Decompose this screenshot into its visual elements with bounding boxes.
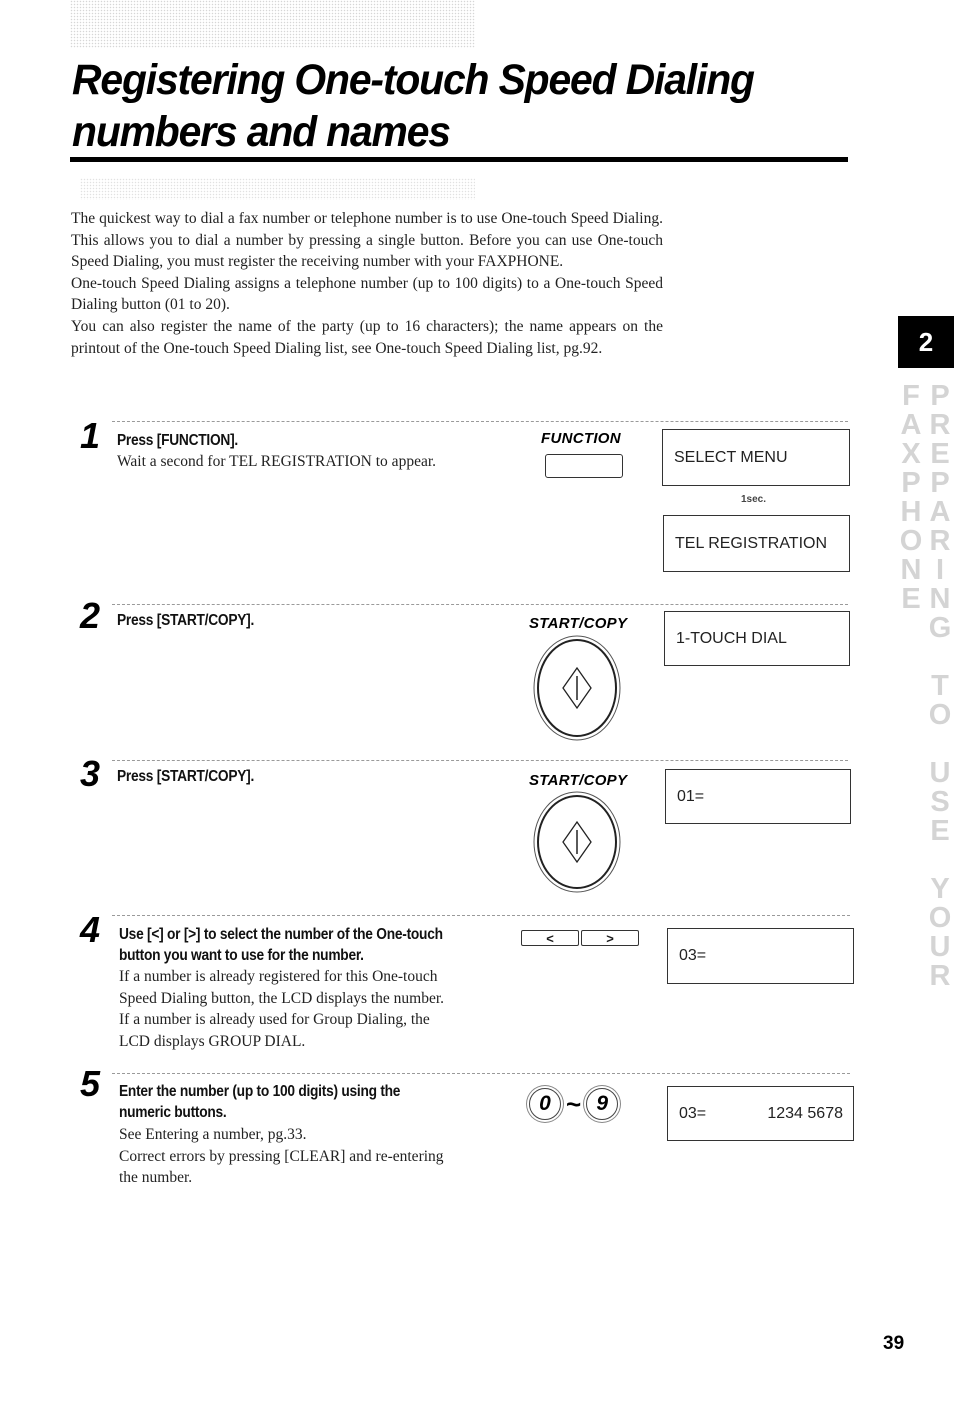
lcd-display: TEL REGISTRATION — [663, 515, 850, 572]
lcd-display: 1-TOUCH DIAL — [664, 611, 850, 666]
intro-text: The quickest way to dial a fax number or… — [71, 208, 663, 359]
left-arrow-key[interactable]: < — [521, 930, 579, 946]
step-heading-line: button you want to use for the number. — [119, 947, 364, 964]
step-heading: Press [START/COPY]. — [117, 612, 255, 629]
step-description-line: LCD displays GROUP DIAL. — [119, 1032, 306, 1050]
range-tilde: ~ — [566, 1088, 582, 1119]
step-heading-line: Enter the number (up to 100 digits) usin… — [119, 1083, 401, 1100]
chapter-side-title: PREPARING TO USE YOUR FAXPHONE — [895, 380, 954, 1190]
lcd-display: 01= — [665, 769, 851, 824]
lcd-text: SELECT MENU — [674, 448, 788, 466]
chapter-side-title-text: PREPARING TO USE YOUR FAXPHONE — [895, 380, 954, 989]
numeric-keys: 0 ~ 9 — [529, 1088, 619, 1120]
step-number: 2 — [80, 595, 101, 636]
halftone-decoration-mid — [80, 178, 475, 200]
step-heading: Press [START/COPY]. — [117, 768, 255, 785]
page-number: 39 — [883, 1333, 905, 1354]
step-description-line: the number. — [119, 1169, 193, 1187]
step-description-line: If a number is already used for Group Di… — [119, 1011, 430, 1029]
page-title-line2: numbers and names — [72, 108, 451, 156]
start-copy-button-icon[interactable] — [530, 632, 626, 742]
start-copy-key-label: START/COPY — [529, 615, 628, 632]
step-description-line: If a number is already registered for th… — [119, 968, 438, 985]
chapter-tab: 2 — [898, 316, 954, 368]
lcd-display: 03= — [667, 928, 854, 984]
lcd-display: SELECT MENU — [662, 429, 850, 486]
lcd-text: 03= — [679, 947, 707, 964]
page-title: Registering One-touch Speed Dialing numb… — [72, 54, 823, 158]
step-number: 4 — [80, 909, 101, 950]
function-key-label: FUNCTION — [541, 430, 621, 447]
step-description-line: Speed Dialing button, the LCD displays t… — [119, 989, 445, 1007]
step-heading: Use [<] or [>] to select the number of t… — [119, 924, 443, 966]
step-heading-line: Use [<] or [>] to select the number of t… — [119, 926, 443, 943]
step-heading: Enter the number (up to 100 digits) usin… — [119, 1081, 400, 1123]
step-divider — [112, 915, 850, 916]
step-heading-line: numeric buttons. — [119, 1104, 227, 1121]
title-divider — [70, 157, 848, 162]
numeric-key-9-icon[interactable]: 9 — [586, 1088, 619, 1120]
delay-label: 1sec. — [741, 494, 767, 505]
step-description: If a number is already registered for th… — [119, 966, 444, 1052]
step-divider — [112, 1073, 850, 1074]
lcd-text: 03= — [679, 1104, 707, 1122]
step-divider — [112, 421, 848, 422]
lcd-text: TEL REGISTRATION — [675, 534, 828, 552]
intro-paragraph: One-touch Speed Dialing assigns a teleph… — [71, 274, 663, 314]
step-description-line: See Entering a number, pg.33. — [119, 1126, 307, 1143]
lcd-display: 03= 1234 5678 — [667, 1086, 854, 1141]
page-title-line1: Registering One-touch Speed Dialing — [72, 56, 755, 104]
step-description-line: Correct errors by pressing [CLEAR] and r… — [119, 1147, 444, 1165]
start-copy-key-label: START/COPY — [529, 772, 628, 789]
numeric-key-0-icon[interactable]: 0 — [529, 1088, 561, 1120]
arrow-keys: < > — [521, 930, 639, 946]
halftone-decoration-top — [70, 0, 475, 48]
step-number: 1 — [80, 415, 101, 456]
start-copy-button-icon[interactable] — [530, 789, 626, 899]
step-number: 3 — [80, 753, 101, 794]
step-divider — [112, 760, 848, 761]
step-number: 5 — [80, 1063, 101, 1104]
lcd-text: 1-TOUCH DIAL — [676, 629, 787, 647]
lcd-value: 1234 5678 — [767, 1104, 843, 1122]
step-heading: Press [FUNCTION]. — [117, 432, 239, 449]
intro-paragraph: You can also register the name of the pa… — [71, 317, 663, 357]
intro-paragraph: The quickest way to dial a fax number or… — [71, 210, 663, 271]
step-description: See Entering a number, pg.33. Correct er… — [119, 1124, 444, 1189]
function-key-icon[interactable] — [545, 454, 623, 478]
step-description: Wait a second for TEL REGISTRATION to ap… — [117, 453, 437, 470]
step-divider — [112, 604, 848, 605]
right-arrow-key[interactable]: > — [581, 930, 639, 946]
lcd-text: 01= — [677, 787, 705, 805]
